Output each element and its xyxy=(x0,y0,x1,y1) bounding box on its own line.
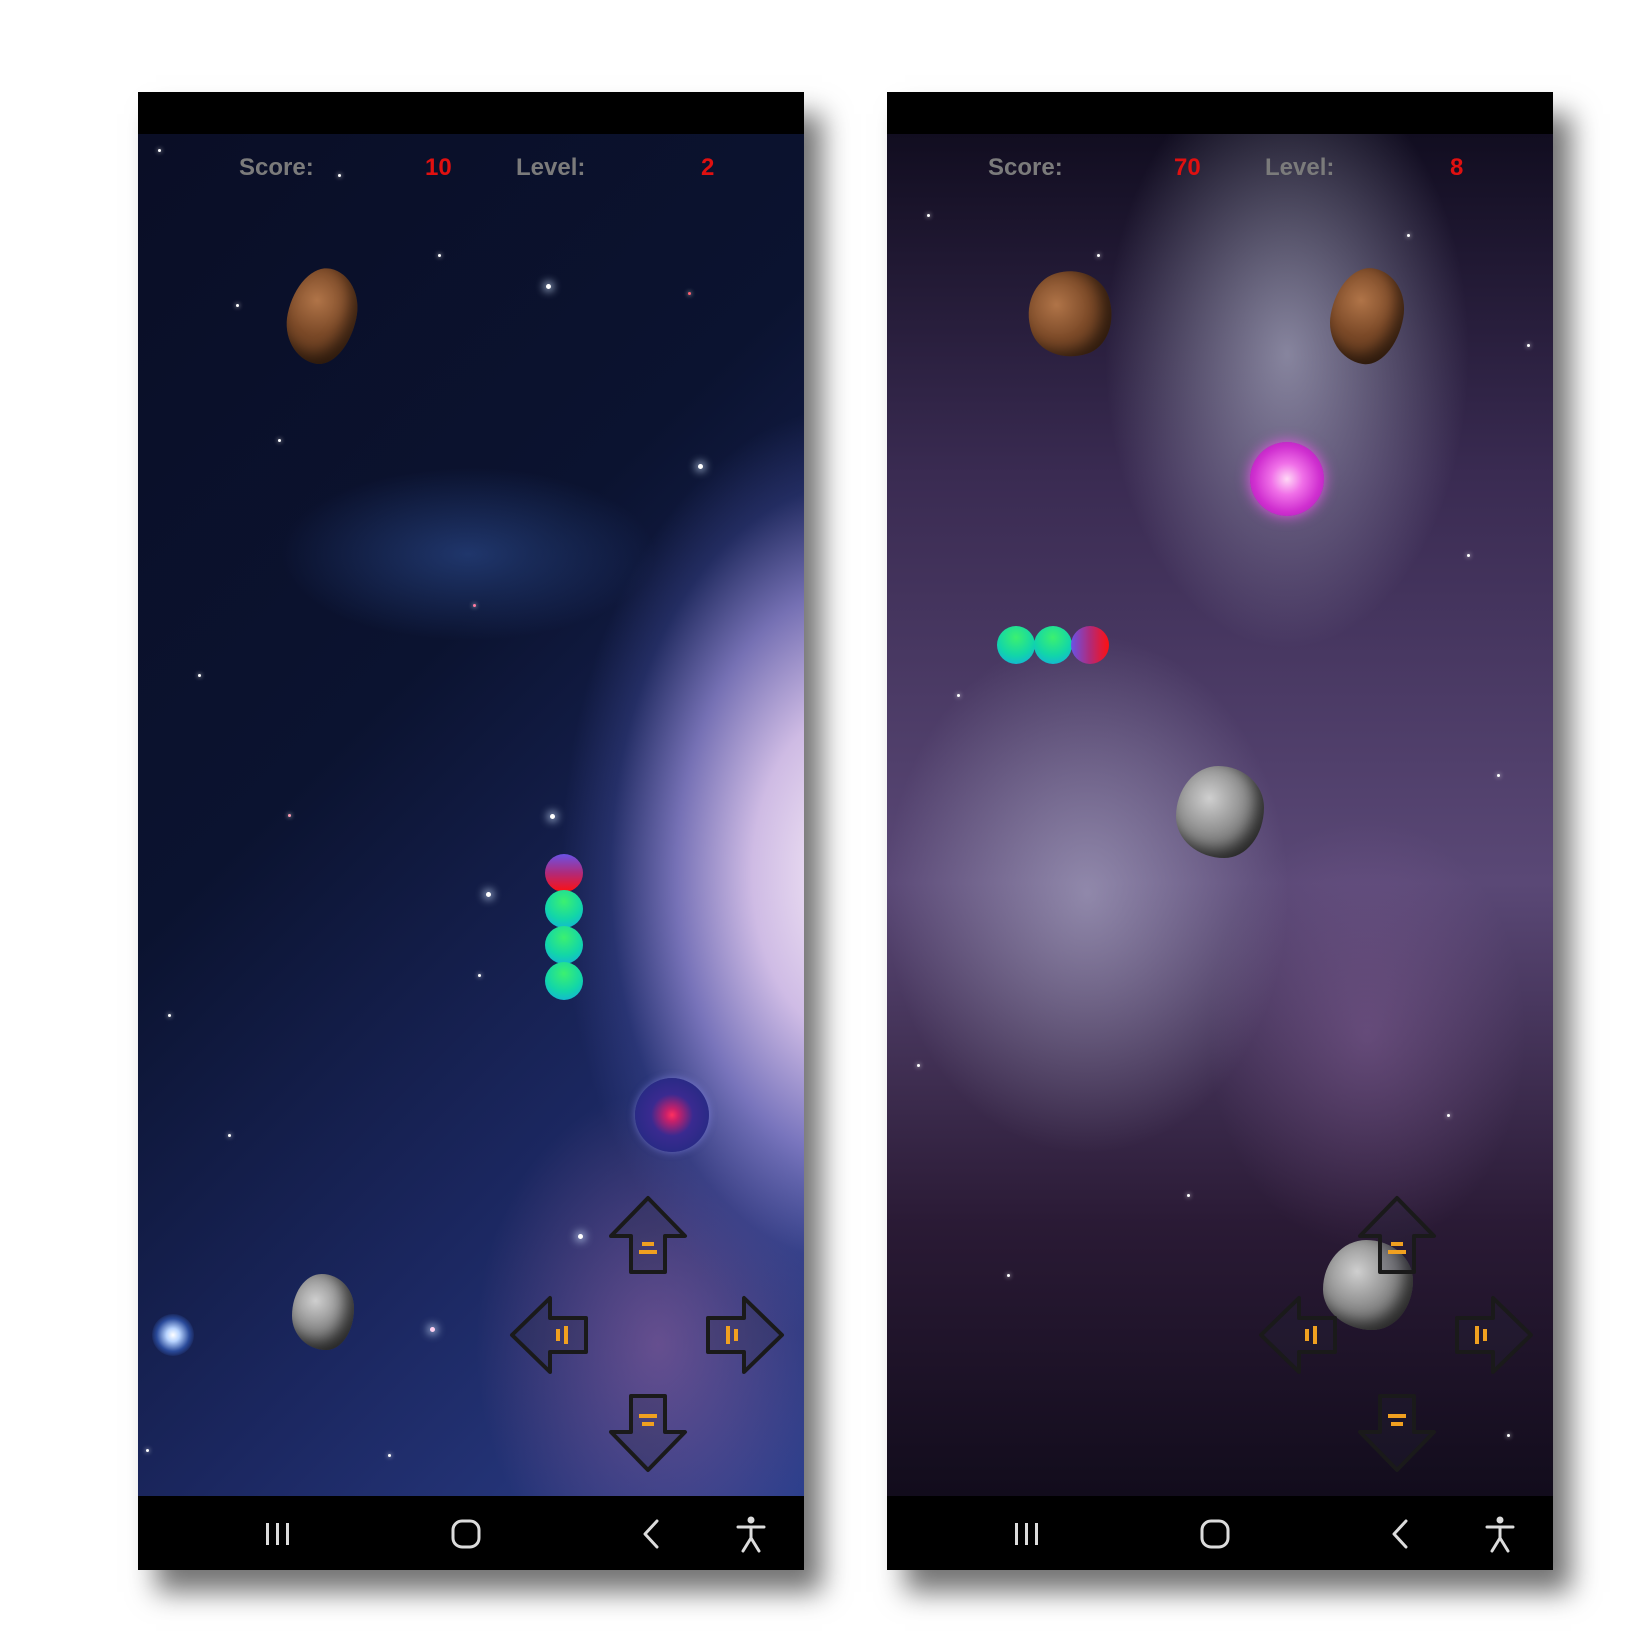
asteroid xyxy=(292,1274,354,1350)
arrow-down-icon[interactable] xyxy=(1354,1390,1440,1476)
system-navigation-bar xyxy=(138,1496,804,1570)
status-bar xyxy=(138,92,804,134)
back-icon[interactable] xyxy=(1379,1512,1423,1556)
score-label: Score: xyxy=(239,154,314,181)
phone-screen-left: Score: 10 Level: 2 xyxy=(138,92,804,1570)
galaxy-food-orb xyxy=(635,1078,709,1152)
snake-segment xyxy=(1034,626,1072,664)
score-label: Score: xyxy=(988,154,1063,181)
accessibility-icon[interactable] xyxy=(1478,1512,1522,1556)
recent-apps-icon[interactable] xyxy=(256,1512,300,1556)
snake-head xyxy=(1071,626,1109,664)
system-navigation-bar xyxy=(887,1496,1553,1570)
arrow-up-icon[interactable] xyxy=(605,1192,691,1278)
snake-head xyxy=(545,854,583,892)
snake-segment xyxy=(545,890,583,928)
galaxy-food-orb xyxy=(1250,442,1324,516)
game-board: Score: 70 Level: 8 xyxy=(887,134,1553,1496)
arrow-left-icon[interactable] xyxy=(1255,1292,1341,1378)
recent-apps-icon[interactable] xyxy=(1005,1512,1049,1556)
level-label: Level: xyxy=(516,154,586,181)
status-bar xyxy=(887,92,1553,134)
score-value: 70 xyxy=(1174,154,1201,181)
score-value: 10 xyxy=(425,154,452,181)
arrow-down-icon[interactable] xyxy=(605,1390,691,1476)
arrow-up-icon[interactable] xyxy=(1354,1192,1440,1278)
asteroid xyxy=(1176,766,1264,858)
accessibility-icon[interactable] xyxy=(729,1512,773,1556)
home-icon[interactable] xyxy=(444,1512,488,1556)
spiral-galaxy-decoration xyxy=(152,1314,194,1356)
home-icon[interactable] xyxy=(1193,1512,1237,1556)
snake-segment xyxy=(545,926,583,964)
level-value: 2 xyxy=(701,154,715,181)
arrow-right-icon[interactable] xyxy=(1451,1292,1537,1378)
hud: Score: 10 Level: 2 xyxy=(138,134,804,194)
level-value: 8 xyxy=(1450,154,1464,181)
snake-segment xyxy=(545,962,583,1000)
snake-segment xyxy=(997,626,1035,664)
arrow-left-icon[interactable] xyxy=(506,1292,592,1378)
arrow-right-icon[interactable] xyxy=(702,1292,788,1378)
game-board: Score: 10 Level: 2 xyxy=(138,134,804,1496)
phone-screen-right: Score: 70 Level: 8 xyxy=(887,92,1553,1570)
hud: Score: 70 Level: 8 xyxy=(887,134,1553,194)
level-label: Level: xyxy=(1265,154,1335,181)
back-icon[interactable] xyxy=(630,1512,674,1556)
